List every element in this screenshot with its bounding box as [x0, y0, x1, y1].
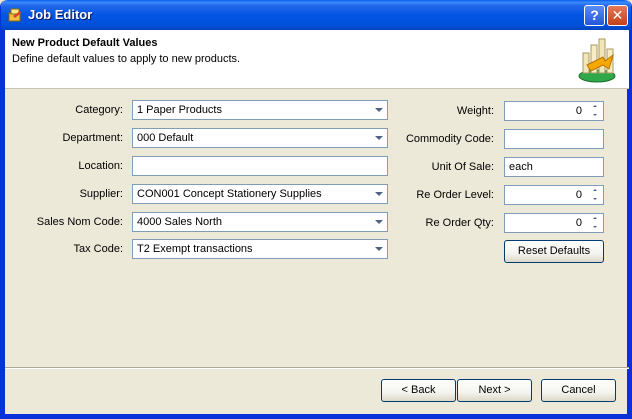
tax-code-label: Tax Code:	[73, 243, 123, 255]
chevron-down-icon[interactable]	[372, 130, 386, 146]
next-button[interactable]: Next >	[457, 379, 532, 402]
supplier-value: CON001 Concept Stationery Supplies	[137, 188, 322, 200]
reorder-qty-label: Re Order Qty:	[425, 217, 494, 229]
tax-code-combo[interactable]: T2 Exempt transactions	[132, 239, 388, 259]
help-button[interactable]: ?	[584, 5, 605, 26]
spin-up-icon[interactable]	[588, 103, 602, 111]
app-icon	[8, 8, 21, 22]
spin-down-icon[interactable]	[588, 111, 602, 119]
commodity-code-input[interactable]	[504, 129, 604, 149]
reorder-level-label: Re Order Level:	[416, 189, 494, 201]
reset-defaults-button[interactable]: Reset Defaults	[504, 240, 604, 263]
reorder-qty-value: 0	[575, 217, 582, 229]
sales-nom-code-combo[interactable]: 4000 Sales North	[132, 212, 388, 232]
sales-nom-code-value: 4000 Sales North	[137, 216, 222, 228]
spin-down-icon[interactable]	[588, 223, 602, 231]
reorder-qty-stepper[interactable]: 0	[504, 213, 604, 233]
chevron-down-icon[interactable]	[372, 186, 386, 202]
spin-buttons[interactable]	[588, 187, 602, 203]
spin-buttons[interactable]	[588, 215, 602, 231]
supplier-combo[interactable]: CON001 Concept Stationery Supplies	[132, 184, 388, 204]
weight-label: Weight:	[456, 105, 494, 117]
location-input[interactable]	[132, 156, 388, 176]
products-icon	[578, 38, 616, 83]
job-editor-window: Job Editor ? ✕ New Product Default Value…	[0, 0, 632, 419]
chevron-down-icon[interactable]	[372, 102, 386, 118]
category-label: Category:	[75, 104, 123, 116]
weight-value: 0	[575, 105, 582, 117]
cancel-button[interactable]: Cancel	[541, 379, 616, 402]
weight-stepper[interactable]: 0	[504, 101, 604, 121]
header-title: New Product Default Values	[12, 37, 158, 49]
tax-code-value: T2 Exempt transactions	[137, 243, 253, 255]
window-frame-bottom	[1, 414, 631, 418]
commodity-code-label: Commodity Code:	[405, 133, 494, 145]
category-combo[interactable]: 1 Paper Products	[132, 100, 388, 120]
department-label: Department:	[62, 132, 123, 144]
department-value: 000 Default	[137, 132, 194, 144]
unit-of-sale-input[interactable]: each	[504, 157, 604, 177]
wizard-header: New Product Default Values Define defaul…	[5, 30, 629, 89]
unit-of-sale-label: Unit Of Sale:	[431, 161, 494, 173]
window-title: Job Editor	[28, 7, 93, 22]
location-label: Location:	[78, 160, 123, 172]
spin-down-icon[interactable]	[588, 195, 602, 203]
chevron-down-icon[interactable]	[372, 241, 386, 257]
supplier-label: Supplier:	[79, 188, 123, 200]
reorder-level-stepper[interactable]: 0	[504, 185, 604, 205]
sales-nom-code-label: Sales Nom Code:	[36, 216, 123, 228]
back-button[interactable]: < Back	[381, 379, 456, 402]
spin-buttons[interactable]	[588, 103, 602, 119]
unit-of-sale-value: each	[509, 161, 533, 173]
header-subtitle: Define default values to apply to new pr…	[12, 53, 241, 65]
spin-up-icon[interactable]	[588, 215, 602, 223]
reorder-level-value: 0	[575, 189, 582, 201]
category-value: 1 Paper Products	[137, 104, 222, 116]
footer-divider	[5, 367, 629, 369]
department-combo[interactable]: 000 Default	[132, 128, 388, 148]
close-button[interactable]: ✕	[607, 5, 628, 26]
chevron-down-icon[interactable]	[372, 214, 386, 230]
title-bar[interactable]: Job Editor ? ✕	[1, 0, 631, 30]
spin-up-icon[interactable]	[588, 187, 602, 195]
